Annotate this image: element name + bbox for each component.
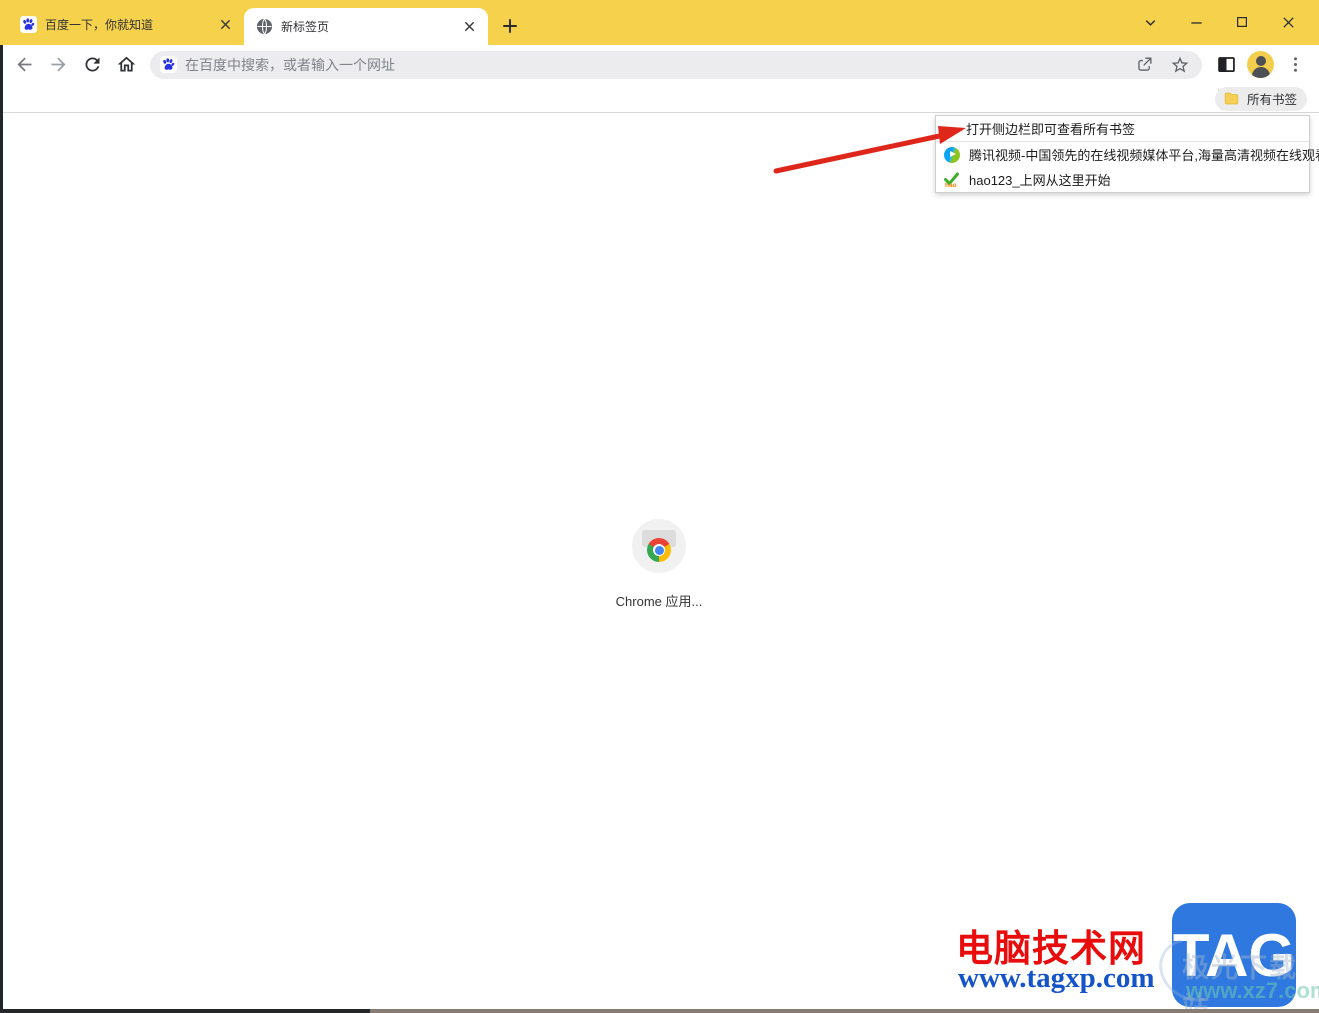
tab-title: 百度一下，你就知道 — [45, 17, 154, 32]
tab-baidu[interactable]: 百度一下，你就知道 — [8, 9, 244, 39]
window-controls — [1127, 4, 1311, 40]
share-icon[interactable] — [1130, 51, 1158, 79]
globe-icon — [256, 18, 273, 35]
all-bookmarks-label: 所有书签 — [1246, 93, 1297, 107]
home-button[interactable] — [110, 49, 142, 81]
tab-search-chevron-icon[interactable] — [1127, 6, 1173, 38]
chrome-apps-shortcut[interactable]: Chrome 应用... — [603, 519, 715, 610]
dropdown-item-label: 腾讯视频-中国领先的在线视频媒体平台,海量高清视频在线观看 — [969, 148, 1319, 163]
folder-icon — [1224, 92, 1239, 105]
toolbar: 在百度中搜索，或者输入一个网址 — [0, 45, 1319, 84]
new-tab-page: Chrome 应用... — [0, 114, 1319, 1013]
chrome-apps-label: Chrome 应用... — [615, 594, 703, 609]
svg-text:hao: hao — [945, 182, 957, 188]
watermark-faint-url: www.xz7.com — [1186, 978, 1319, 1003]
address-bar[interactable]: 在百度中搜索，或者输入一个网址 — [150, 50, 1202, 79]
menu-kebab-icon[interactable] — [1279, 49, 1311, 81]
chrome-apps-icon — [632, 519, 686, 573]
bookmark-star-icon[interactable] — [1166, 51, 1194, 79]
browser-window: 百度一下，你就知道 新标签页 在百度中搜索，或者输入一个网址 所有书签 Chro… — [0, 0, 1319, 1013]
back-button[interactable] — [8, 49, 40, 81]
bookmarks-bar: 所有书签 — [0, 84, 1319, 113]
all-bookmarks-button[interactable]: 所有书签 — [1214, 86, 1307, 111]
dropdown-item-label: hao123_上网从这里开始 — [969, 173, 1111, 188]
dropdown-item-hao123[interactable]: hao hao123_上网从这里开始 — [936, 167, 1309, 192]
baidu-search-icon — [160, 56, 177, 73]
screen-bottom-edge-dark — [0, 1009, 370, 1013]
dropdown-item-tencent-video[interactable]: 腾讯视频-中国领先的在线视频媒体平台,海量高清视频在线观看 — [936, 142, 1319, 167]
address-bar-placeholder: 在百度中搜索，或者输入一个网址 — [185, 56, 395, 73]
tab-new-tab[interactable]: 新标签页 — [244, 8, 488, 45]
maximize-button[interactable] — [1219, 6, 1265, 38]
minimize-button[interactable] — [1173, 6, 1219, 38]
titlebar: 百度一下，你就知道 新标签页 — [0, 0, 1319, 45]
annotation-arrow — [773, 126, 966, 174]
dropdown-item-open-sidebar[interactable]: 打开侧边栏即可查看所有书签 — [936, 116, 1309, 142]
baidu-favicon — [20, 15, 37, 33]
screen-bottom-edge-brown — [370, 1009, 1319, 1013]
side-panel-icon[interactable] — [1210, 49, 1242, 81]
tab-close-icon[interactable] — [460, 18, 478, 36]
tab-close-icon[interactable] — [216, 15, 234, 33]
tab-title: 新标签页 — [281, 20, 330, 34]
chrome-logo-icon — [647, 538, 671, 562]
reload-button[interactable] — [76, 49, 108, 81]
new-tab-button[interactable] — [496, 12, 524, 40]
screen-left-edge — [0, 45, 3, 1013]
profile-avatar[interactable] — [1247, 51, 1274, 78]
bookmarks-dropdown: 打开侧边栏即可查看所有书签 腾讯视频-中国领先的在线视频媒体平台,海量高清视频在… — [935, 115, 1319, 193]
dropdown-item-label: 打开侧边栏即可查看所有书签 — [966, 122, 1136, 137]
close-window-button[interactable] — [1265, 6, 1311, 38]
watermark-site-url: www.tagxp.com — [958, 962, 1155, 994]
forward-button[interactable] — [42, 49, 74, 81]
